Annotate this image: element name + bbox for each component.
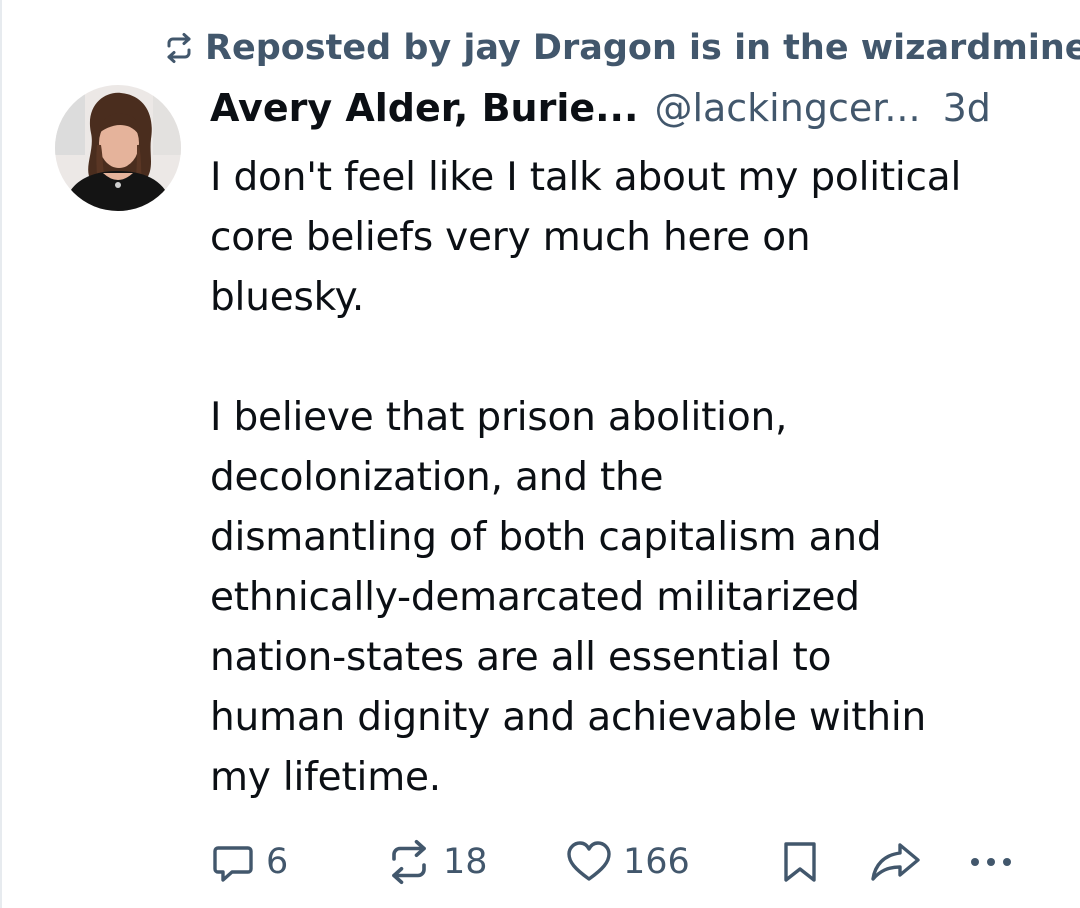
post-text-line: I don't feel like I talk about my politi… — [210, 155, 962, 200]
post-text-line: nation-states are all essential to — [210, 635, 832, 680]
post-text-line: ethnically-demarcated militarized — [210, 575, 860, 620]
author-handle[interactable]: @lackingcer... — [654, 86, 920, 130]
post-text-line — [210, 328, 1060, 388]
share-icon — [868, 839, 924, 885]
repost-count: 18 — [443, 842, 488, 882]
share-button[interactable] — [868, 838, 924, 886]
post-text: I don't feel like I talk about my politi… — [210, 148, 1060, 808]
repost-icon — [385, 838, 433, 886]
reply-count: 6 — [266, 842, 289, 882]
avatar[interactable] — [55, 85, 181, 211]
post-text-line: bluesky. — [210, 275, 365, 320]
post-text-line: decolonization, and the — [210, 455, 664, 500]
thread-rule — [0, 0, 2, 908]
post-text-line: human dignity and achievable within — [210, 695, 927, 740]
bookmark-button[interactable] — [778, 838, 822, 886]
repost-button[interactable]: 18 — [385, 838, 488, 886]
more-button[interactable] — [965, 838, 1021, 886]
bookmark-icon — [778, 839, 822, 885]
reply-icon — [210, 839, 256, 885]
post-actions: 6 18 166 — [0, 838, 1080, 886]
post-header: Avery Alder, Burie... @lackingcer... 3d — [210, 86, 991, 136]
heart-icon — [565, 839, 613, 885]
post-text-line: dismantling of both capitalism and — [210, 515, 882, 560]
post-timestamp[interactable]: 3d — [943, 86, 991, 130]
repost-label: Reposted by jay Dragon is in the wizardm… — [205, 28, 1080, 68]
repost-indicator[interactable]: Reposted by jay Dragon is in the wizardm… — [163, 26, 1080, 70]
post-text-line: core beliefs very much here on — [210, 215, 811, 260]
repost-icon — [163, 32, 195, 64]
author-display-name[interactable]: Avery Alder, Burie... — [210, 86, 638, 130]
more-icon — [965, 839, 1021, 885]
post-text-line: my lifetime. — [210, 755, 441, 800]
like-button[interactable]: 166 — [565, 838, 690, 886]
post-text-line: I believe that prison abolition, — [210, 395, 788, 440]
like-count: 166 — [623, 842, 690, 882]
reply-button[interactable]: 6 — [210, 838, 288, 886]
